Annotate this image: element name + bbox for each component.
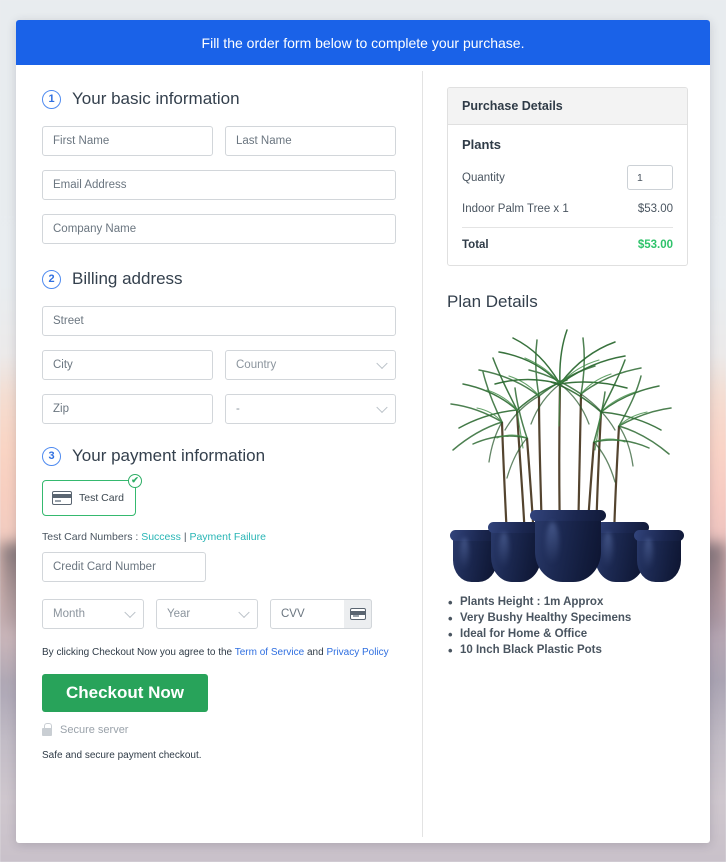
email-input[interactable]: Email Address xyxy=(42,170,396,200)
step-number-2: 2 xyxy=(42,269,61,289)
quantity-row: Quantity 1 xyxy=(462,165,673,190)
expiry-month-value: Month xyxy=(53,608,85,620)
credit-card-icon xyxy=(52,491,72,505)
plan-product-image xyxy=(447,326,688,582)
list-item: 10 Inch Black Plastic Pots xyxy=(447,643,688,658)
credit-card-number-input[interactable]: Credit Card Number xyxy=(42,552,206,582)
test-card-failure-link[interactable]: Payment Failure xyxy=(189,531,265,543)
plant-pot xyxy=(530,510,606,582)
test-card-numbers-label: Test Card Numbers : xyxy=(42,531,139,543)
credit-card-row: Credit Card Number xyxy=(42,552,396,582)
section-basic-information-title: Your basic information xyxy=(72,89,240,108)
name-row: First Name Last Name xyxy=(42,126,396,156)
chevron-down-icon xyxy=(238,606,250,619)
section-payment-title: Your payment information xyxy=(72,446,266,465)
email-row: Email Address xyxy=(42,170,396,200)
cvv-card-icon xyxy=(344,599,372,629)
total-value: $53.00 xyxy=(637,239,673,251)
privacy-policy-link[interactable]: Privacy Policy xyxy=(326,647,388,658)
expiry-year-value: Year xyxy=(167,608,191,620)
step-number-3: 3 xyxy=(42,446,61,466)
section-billing-address-header: 2 Billing address xyxy=(42,269,396,289)
section-basic-information-header: 1 Your basic information xyxy=(42,89,396,109)
banner: Fill the order form below to complete yo… xyxy=(16,20,710,65)
plan-feature-list: Plants Height : 1m Approx Very Bushy Hea… xyxy=(447,595,688,658)
line-item-label: Indoor Palm Tree x 1 xyxy=(462,203,569,215)
form-column: 1 Your basic information First Name Last… xyxy=(16,65,422,843)
purchase-details-header: Purchase Details xyxy=(448,88,687,125)
test-card-separator: | xyxy=(183,531,187,543)
chevron-down-icon xyxy=(376,357,388,370)
safe-checkout-note: Safe and secure payment checkout. xyxy=(42,750,202,761)
company-row: Company Name xyxy=(42,214,396,244)
summary-column: Purchase Details Plants Quantity 1 Indoo… xyxy=(423,65,710,843)
payment-method-test-card[interactable]: Test Card ✔ xyxy=(42,474,142,516)
street-row: Street xyxy=(42,306,396,336)
test-card-numbers: Test Card Numbers : Success | Payment Fa… xyxy=(42,531,396,543)
secure-server-note: Secure server xyxy=(42,722,396,736)
terms-of-service-link[interactable]: Term of Service xyxy=(235,647,304,658)
total-row: Total $53.00 xyxy=(462,227,673,251)
checkout-card: Fill the order form below to complete yo… xyxy=(16,20,710,843)
plan-details-title: Plan Details xyxy=(447,292,538,311)
terms-prefix: By clicking Checkout Now you agree to th… xyxy=(42,647,233,658)
line-item-row: Indoor Palm Tree x 1 $53.00 xyxy=(462,203,673,215)
section-payment-header: 3 Your payment information xyxy=(42,446,396,466)
test-card-success-link[interactable]: Success xyxy=(141,531,181,543)
zip-input[interactable]: Zip xyxy=(42,394,213,424)
plant-pot xyxy=(487,522,545,582)
checkout-button[interactable]: Checkout Now xyxy=(42,674,208,712)
line-item-price: $53.00 xyxy=(637,203,673,215)
last-name-input[interactable]: Last Name xyxy=(225,126,396,156)
list-item: Very Bushy Healthy Specimens xyxy=(447,611,688,626)
section-billing-address-title: Billing address xyxy=(72,269,183,288)
plant-pot xyxy=(633,530,685,582)
quantity-input[interactable]: 1 xyxy=(627,165,673,190)
country-select-value: Country xyxy=(236,359,277,371)
expiry-year-select[interactable]: Year xyxy=(156,599,258,629)
lock-icon xyxy=(42,722,52,736)
company-name-input[interactable]: Company Name xyxy=(42,214,396,244)
chevron-down-icon xyxy=(376,401,388,414)
cvv-field-wrapper: CVV xyxy=(270,599,372,629)
street-input[interactable]: Street xyxy=(42,306,396,336)
state-select[interactable]: - xyxy=(225,394,396,424)
banner-text: Fill the order form below to complete yo… xyxy=(201,34,525,51)
terms-and: and xyxy=(306,647,324,658)
credit-card-icon xyxy=(349,608,366,620)
city-input[interactable]: City xyxy=(42,350,213,380)
country-select[interactable]: Country xyxy=(225,350,396,380)
first-name-input[interactable]: First Name xyxy=(42,126,213,156)
list-item: Plants Height : 1m Approx xyxy=(447,595,688,610)
total-label: Total xyxy=(462,239,489,251)
purchase-category: Plants xyxy=(462,137,502,152)
state-select-value: - xyxy=(236,403,240,415)
payment-method-label: Test Card xyxy=(79,492,124,504)
expiry-month-select[interactable]: Month xyxy=(42,599,144,629)
quantity-label: Quantity xyxy=(462,171,505,184)
purchase-details-card: Purchase Details Plants Quantity 1 Indoo… xyxy=(447,87,688,266)
card-body: 1 Your basic information First Name Last… xyxy=(16,65,710,843)
check-circle-icon: ✔ xyxy=(128,474,142,488)
terms-text: By clicking Checkout Now you agree to th… xyxy=(42,647,396,658)
purchase-details-body: Plants Quantity 1 Indoor Palm Tree x 1 $… xyxy=(448,125,687,265)
step-number-1: 1 xyxy=(42,89,61,109)
list-item: Ideal for Home & Office xyxy=(447,627,688,642)
zip-state-row: Zip - xyxy=(42,394,396,424)
secure-server-label: Secure server xyxy=(60,724,129,736)
chevron-down-icon xyxy=(124,606,136,619)
city-country-row: City Country xyxy=(42,350,396,380)
expiry-cvv-row: Month Year CVV xyxy=(42,599,396,629)
